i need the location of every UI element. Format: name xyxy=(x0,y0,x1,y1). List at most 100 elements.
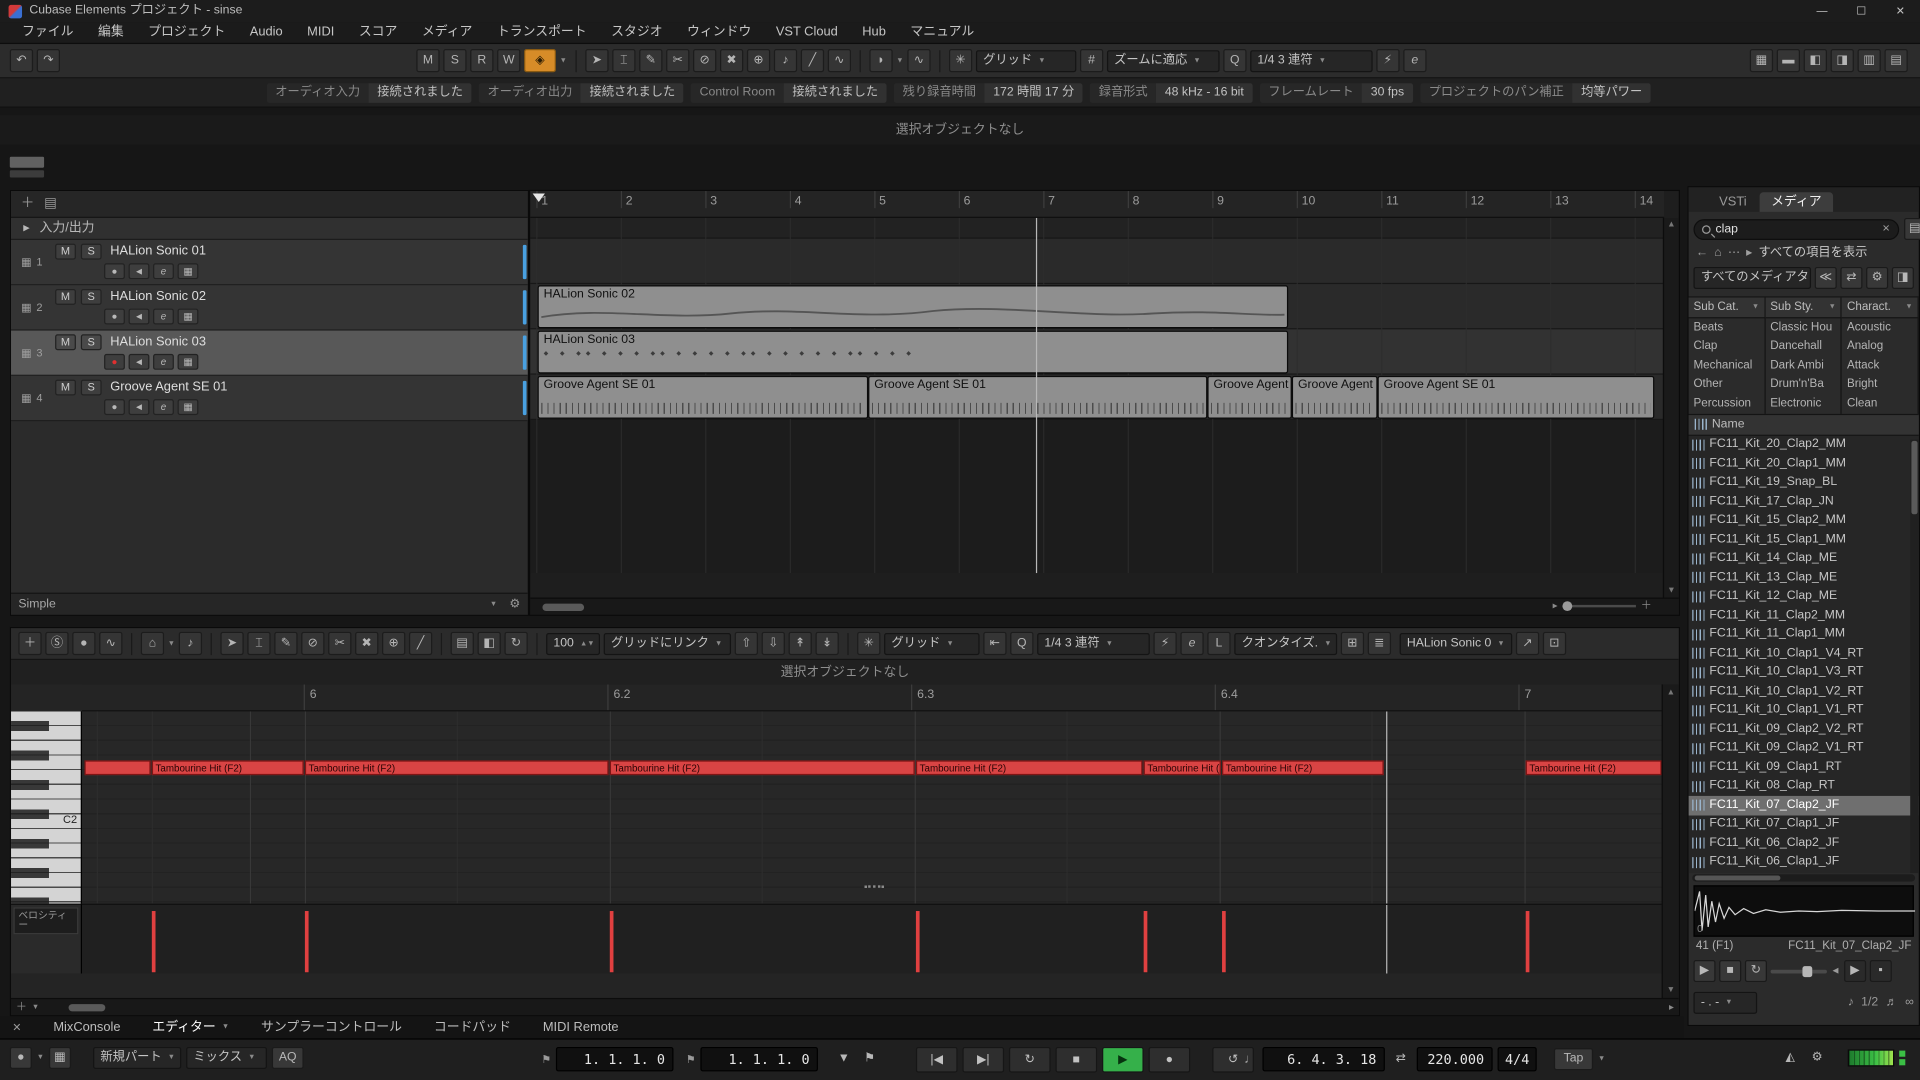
media-file-row[interactable]: FC11_Kit_13_Clap_ME xyxy=(1689,568,1919,587)
midi-note[interactable]: Tambourine Hit (F2) xyxy=(305,760,609,775)
menu-item[interactable]: メディア xyxy=(410,21,485,43)
add-track-icon[interactable]: ＋ xyxy=(21,197,34,210)
window-layout-icon[interactable]: ◧ xyxy=(1804,49,1827,72)
editor-view-icon[interactable]: ⊞ xyxy=(1341,632,1364,655)
monitor-button[interactable]: ◄ xyxy=(129,263,150,279)
editor-mode-icon[interactable]: Ⓢ xyxy=(45,632,68,655)
acoustic-feedback-icon[interactable]: ♪ xyxy=(179,632,202,655)
mute-button[interactable]: M xyxy=(55,334,76,350)
velocity-bar[interactable] xyxy=(610,911,614,972)
note-display[interactable]: Tambourine Hit (F2) Tambourine Hit (F2) … xyxy=(82,711,1662,903)
window-layout-icon[interactable]: ▥ xyxy=(1858,49,1881,72)
forward-icon[interactable]: ▸ xyxy=(1746,247,1752,259)
midi-note[interactable]: Tambourine Hit (F2) xyxy=(1222,760,1384,775)
media-file-row[interactable]: FC11_Kit_11_Clap2_MM xyxy=(1689,606,1919,625)
grid-mode-dropdown[interactable]: グリッド▼ xyxy=(976,50,1076,72)
project-overview-thumb[interactable] xyxy=(10,157,44,168)
preview-mini-stop-button[interactable]: ▪ xyxy=(1870,960,1892,982)
solo-button[interactable]: S xyxy=(81,380,102,396)
position-display[interactable]: 6. 4. 3. 18 xyxy=(1262,1047,1384,1071)
media-search-box[interactable]: ✕ xyxy=(1693,219,1898,240)
gear-icon[interactable]: ⚙ xyxy=(509,598,520,610)
chevron-down-icon[interactable]: ▼ xyxy=(32,1003,39,1010)
snap-icon[interactable]: ✳ xyxy=(949,49,972,72)
chevron-down-icon[interactable]: ▼ xyxy=(37,1054,44,1061)
iterative-quantize-icon[interactable]: ⚡ xyxy=(1153,632,1176,655)
home-icon[interactable]: ⌂ xyxy=(1714,247,1721,259)
scroll-up-icon[interactable]: ▲ xyxy=(1667,688,1675,697)
filter-item[interactable]: Dancehall xyxy=(1765,337,1841,356)
media-file-row[interactable]: FC11_Kit_10_Clap1_V3_RT xyxy=(1689,663,1919,682)
editor-tool-icon[interactable]: ⊘ xyxy=(301,632,324,655)
undo-icon[interactable]: ↶ xyxy=(10,49,33,72)
filter-item[interactable]: Dark Ambi xyxy=(1765,356,1841,375)
media-file-row[interactable]: FC11_Kit_09_Clap2_V1_RT xyxy=(1689,739,1919,758)
transpose-icon[interactable]: ⇩ xyxy=(762,632,785,655)
midi-part[interactable]: HALion Sonic 03 ◆ ◆ ◆◆ ◆ ◆ ◆ ◆◆ ◆ ◆ ◆ ◆ … xyxy=(538,331,1289,374)
velocity-bar[interactable] xyxy=(1222,911,1226,972)
punch-icon[interactable]: ⚑ xyxy=(859,1048,881,1070)
tab-sampler-control[interactable]: サンプラーコントロール xyxy=(261,1021,402,1034)
filter-item[interactable]: Clap xyxy=(1689,337,1765,356)
project-overview-strip[interactable] xyxy=(10,170,44,177)
filter-item[interactable]: Other xyxy=(1689,375,1765,394)
midi-part[interactable]: Groove Agent S xyxy=(1207,376,1291,419)
filter-header-subcat[interactable]: Sub Cat.▼ xyxy=(1689,298,1766,318)
media-file-row[interactable]: FC11_Kit_12_Clap_ME xyxy=(1689,587,1919,606)
arrange-vertical-scrollbar[interactable]: ▲ ▼ xyxy=(1663,218,1679,598)
sync-icon[interactable]: ⇄ xyxy=(1390,1048,1412,1070)
filter-item[interactable]: Analog xyxy=(1842,337,1918,356)
menu-item[interactable]: スコア xyxy=(347,21,410,43)
media-option-icon[interactable]: ≪ xyxy=(1815,267,1837,289)
timeline-ruler[interactable]: 1234567891011121314 xyxy=(530,191,1664,218)
filter-item[interactable]: Beats xyxy=(1689,318,1765,337)
quantize-e-icon[interactable]: e xyxy=(1180,632,1203,655)
chevron-down-icon[interactable]: ▼ xyxy=(1598,1056,1605,1063)
maximize-button[interactable]: ☐ xyxy=(1842,0,1881,22)
editor-view-icon[interactable]: ≣ xyxy=(1368,632,1391,655)
read-automation-button[interactable]: R xyxy=(470,49,493,72)
media-file-row[interactable]: FC11_Kit_17_Clap_JN xyxy=(1689,492,1919,511)
time-signature-display[interactable]: 4/4 xyxy=(1498,1047,1537,1071)
mute-button[interactable]: M xyxy=(55,289,76,305)
preview-mini-play-button[interactable]: ▶ xyxy=(1844,960,1866,982)
edit-channel-button[interactable]: e xyxy=(153,263,174,279)
tool-icon[interactable]: ╱ xyxy=(801,49,824,72)
tab-media[interactable]: メディア xyxy=(1760,192,1833,212)
minimize-button[interactable]: — xyxy=(1802,0,1841,22)
editor-option-icon[interactable]: ▤ xyxy=(451,632,474,655)
mute-button[interactable]: M xyxy=(55,380,76,396)
scrollbar-thumb[interactable] xyxy=(1911,441,1917,514)
midi-part[interactable]: Groove Agent SE 01 xyxy=(868,376,1207,419)
chevron-down-icon[interactable]: ▼ xyxy=(490,601,497,608)
midi-note[interactable]: Tambourine Hit (F2) xyxy=(1526,760,1662,775)
media-file-row[interactable]: FC11_Kit_08_Clap_RT xyxy=(1689,777,1919,796)
solo-all-button[interactable]: S xyxy=(443,49,466,72)
menu-item[interactable]: Audio xyxy=(238,21,295,43)
filter-item[interactable]: Attack xyxy=(1842,356,1918,375)
media-file-row[interactable]: FC11_Kit_19_Snap_BL xyxy=(1689,473,1919,492)
midi-part[interactable]: Groove Agent SE 01 xyxy=(1378,376,1655,419)
solo-button[interactable]: S xyxy=(81,289,102,305)
transpose-icon[interactable]: ↟ xyxy=(789,632,812,655)
auto-scroll-button[interactable]: ◈ xyxy=(524,49,556,72)
media-file-row[interactable]: FC11_Kit_06_Clap2_JF xyxy=(1689,834,1919,853)
beat-ratio-value[interactable]: 1/2 xyxy=(1861,997,1878,1009)
media-file-row[interactable]: FC11_Kit_11_Clap1_MM xyxy=(1689,625,1919,644)
close-lower-zone-icon[interactable]: ✕ xyxy=(12,1022,21,1033)
track-row[interactable]: ▦2 M S HALion Sonic 02 ● ◄ e ▦ xyxy=(11,285,528,330)
editor-option-icon[interactable]: ◧ xyxy=(477,632,500,655)
zoom-out-icon[interactable]: ▸ xyxy=(1553,601,1558,611)
track-presets-icon[interactable]: ▤ xyxy=(44,197,57,210)
scroll-up-icon[interactable]: ▲ xyxy=(1667,220,1675,229)
monitor-button[interactable]: ◄ xyxy=(129,399,150,415)
tap-tempo-button[interactable]: Tap xyxy=(1554,1048,1593,1070)
filter-item[interactable]: Acoustic xyxy=(1842,318,1918,337)
editor-option-icon[interactable]: ↻ xyxy=(504,632,527,655)
chevron-down-icon[interactable]: ▼ xyxy=(168,640,175,647)
insert-mode-dropdown[interactable]: 新規パート▼ xyxy=(93,1047,181,1069)
tool-icon[interactable]: ✂ xyxy=(666,49,689,72)
clear-search-icon[interactable]: ✕ xyxy=(1882,224,1890,234)
velocity-bar[interactable] xyxy=(1144,911,1148,972)
part-selector-dropdown[interactable]: HALion Sonic 0▼ xyxy=(1400,632,1513,654)
